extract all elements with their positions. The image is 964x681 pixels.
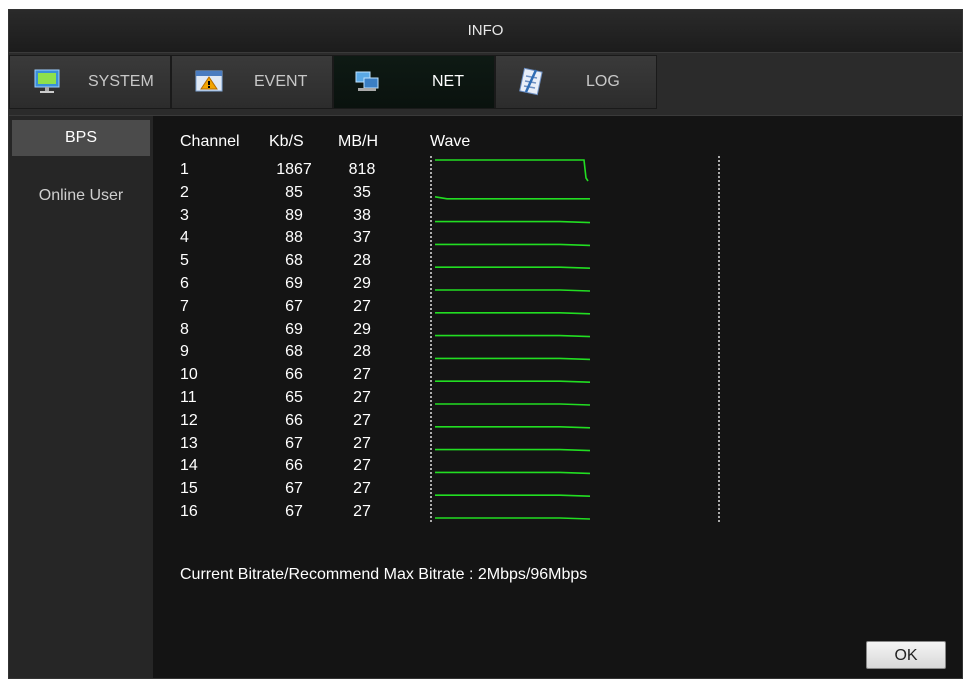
- network-icon: [355, 71, 379, 91]
- kbs-cell: 68: [285, 343, 303, 360]
- mbh-cell: 27: [353, 503, 371, 520]
- kbs-cell: 67: [285, 435, 303, 452]
- monitor-icon: [34, 69, 60, 93]
- mbh-cell: 818: [348, 161, 376, 178]
- kbs-cell: 67: [285, 480, 303, 497]
- mbh-cell: 29: [353, 275, 371, 292]
- wave-line-channel-7: [435, 312, 591, 315]
- tab-event-label: EVENT: [254, 73, 308, 90]
- column-header-mbh: MB/H: [338, 133, 378, 150]
- wave-line-channel-1: [435, 159, 589, 182]
- notepad-icon: [519, 67, 543, 96]
- sidebar-item-online-user[interactable]: Online User: [12, 178, 150, 214]
- channel-cell: 5: [180, 252, 189, 269]
- channel-cell: 11: [180, 389, 197, 406]
- channel-cell: 4: [180, 229, 189, 246]
- channel-cell: 7: [180, 298, 189, 315]
- tab-net-label: NET: [432, 73, 464, 90]
- tab-system[interactable]: SYSTEM: [9, 55, 171, 109]
- tab-net[interactable]: NET: [333, 55, 495, 109]
- ok-button[interactable]: OK: [866, 641, 946, 669]
- kbs-cell: 68: [285, 252, 303, 269]
- wave-line-channel-3: [435, 220, 591, 224]
- channel-cell: 9: [180, 343, 189, 360]
- kbs-cell: 65: [285, 389, 303, 406]
- column-header-kbs: Kb/S: [269, 133, 304, 150]
- wave-line-channel-9: [435, 357, 591, 361]
- kbs-cell: 69: [285, 275, 303, 292]
- wave-chart: [430, 156, 720, 522]
- wave-line-channel-12: [435, 426, 591, 429]
- channel-cell: 1: [180, 161, 189, 178]
- mbh-cell: 27: [353, 412, 371, 429]
- wave-line-channel-2: [434, 196, 590, 200]
- channel-cell: 13: [180, 435, 198, 452]
- tab-bar: SYSTEM EVENT NET LOG: [9, 52, 962, 116]
- mbh-cell: 38: [353, 207, 371, 224]
- kbs-cell: 67: [285, 298, 303, 315]
- wave-line-channel-6: [435, 289, 591, 292]
- tab-log[interactable]: LOG: [495, 55, 657, 109]
- mbh-cell: 27: [353, 457, 371, 474]
- wave-line-channel-16: [435, 517, 591, 520]
- channel-cell: 16: [180, 503, 198, 520]
- mbh-cell: 27: [353, 389, 371, 406]
- kbs-cell: 89: [285, 207, 303, 224]
- window-title: INFO: [9, 10, 962, 52]
- wave-line-channel-13: [435, 448, 591, 452]
- tab-event[interactable]: EVENT: [171, 55, 333, 109]
- mbh-cell: 27: [353, 480, 371, 497]
- mbh-cell: 27: [353, 366, 371, 383]
- channel-cell: 14: [180, 457, 198, 474]
- wave-line-channel-4: [435, 243, 591, 247]
- sidebar: BPS Online User: [9, 116, 153, 678]
- channel-cell: 3: [180, 207, 189, 224]
- tab-system-label: SYSTEM: [88, 73, 154, 90]
- column-header-channel: Channel: [180, 133, 240, 150]
- sidebar-item-bps[interactable]: BPS: [12, 120, 150, 156]
- mbh-cell: 28: [353, 252, 371, 269]
- channel-cell: 15: [180, 480, 198, 497]
- channel-cell: 6: [180, 275, 189, 292]
- kbs-cell: 85: [285, 184, 303, 201]
- kbs-cell: 67: [285, 503, 303, 520]
- mbh-cell: 29: [353, 321, 371, 338]
- mbh-cell: 27: [353, 298, 371, 315]
- mbh-cell: 28: [353, 343, 371, 360]
- tab-log-label: LOG: [586, 73, 620, 90]
- wave-line-channel-8: [435, 334, 591, 338]
- mbh-cell: 35: [353, 184, 371, 201]
- bitrate-summary: Current Bitrate/Recommend Max Bitrate : …: [180, 566, 588, 583]
- kbs-cell: 69: [285, 321, 303, 338]
- kbs-cell: 66: [285, 366, 303, 383]
- mbh-cell: 37: [353, 229, 371, 246]
- channel-cell: 12: [180, 412, 198, 429]
- column-header-wave: Wave: [430, 133, 471, 150]
- wave-line-channel-11: [435, 403, 591, 406]
- warning-icon: [195, 70, 223, 92]
- wave-line-channel-5: [435, 266, 591, 269]
- wave-line-channel-14: [435, 471, 591, 475]
- kbs-cell: 66: [285, 412, 303, 429]
- channel-cell: 10: [180, 366, 198, 383]
- channel-cell: 8: [180, 321, 189, 338]
- channel-cell: 2: [180, 184, 189, 201]
- kbs-cell: 66: [285, 457, 303, 474]
- wave-line-channel-10: [435, 380, 591, 383]
- mbh-cell: 27: [353, 435, 371, 452]
- kbs-cell: 1867: [276, 161, 312, 178]
- wave-line-channel-15: [435, 494, 591, 497]
- kbs-cell: 88: [285, 229, 303, 246]
